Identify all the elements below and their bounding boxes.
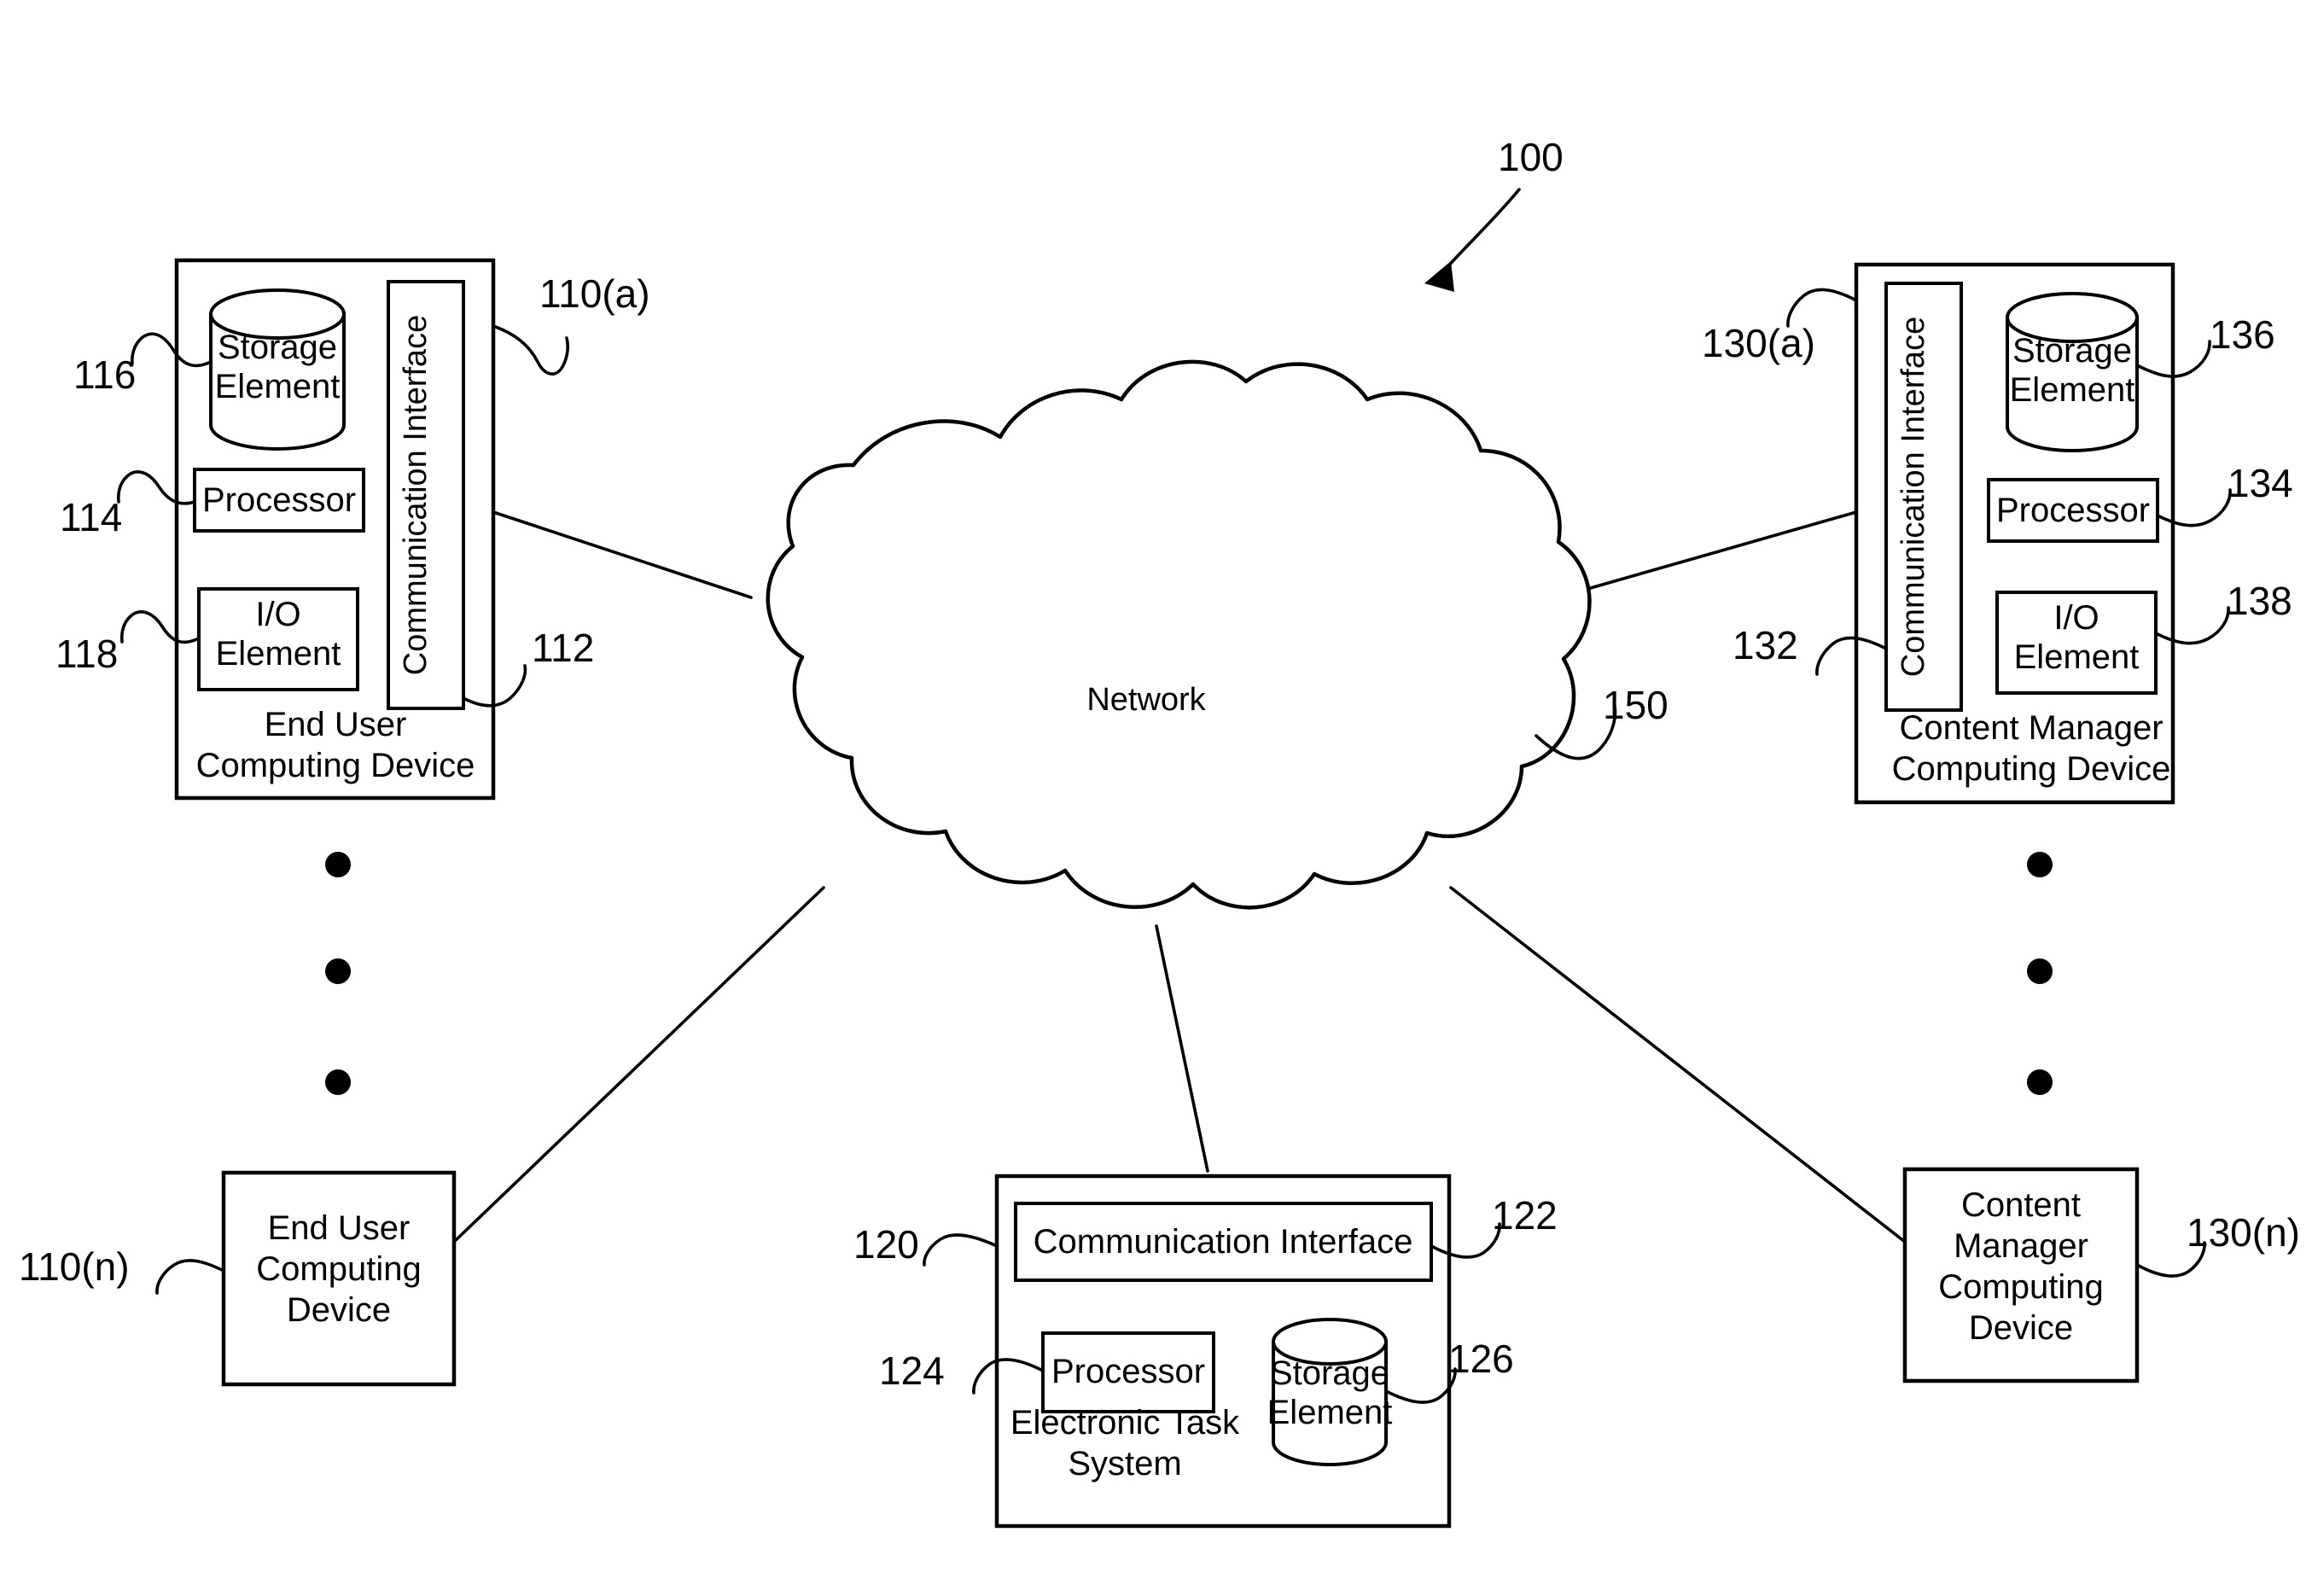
reference-leader-110n [155,1259,225,1295]
end-user-a-io-element[interactable]: I/O Element [197,587,359,691]
end-user-n-caption-line2: Computing [256,1250,421,1288]
content-manager-a-io-label-line2: Element [2014,638,2140,676]
reference-label-110n: 110(n) [19,1244,130,1289]
content-manager-n-caption-line3: Computing [1938,1268,2103,1306]
reference-leader-120 [923,1233,999,1267]
patent-figure-canvas: 100 Network 150 Storage Element Processo… [0,0,2312,1596]
network-cloud-shape [766,359,1592,910]
content-manager-a-io-label-line1: I/O [2053,599,2099,637]
task-system-caption-line1: Electronic Task [1010,1404,1240,1442]
vertical-ellipsis-right [2027,852,2053,1095]
content-manager-a-processor[interactable]: Processor [1987,478,2159,543]
reference-label-112: 112 [532,626,594,670]
ellipsis-dot-left-1 [325,852,351,877]
task-system-comm-interface-label: Communication Interface [1034,1223,1413,1261]
ellipsis-dot-right-3 [2027,1069,2053,1095]
task-system-storage-element[interactable]: Storage Element [1267,1318,1393,1466]
task-system-storage-label-line1: Storage [1270,1354,1389,1392]
content-manager-a-communication-interface[interactable]: Communication Interface [1884,282,1963,712]
content-manager-a-io-element[interactable]: I/O Element [1995,591,2158,695]
end-user-a-caption-line1: End User [265,706,407,743]
electronic-task-system[interactable]: Communication Interface Processor Storag… [994,1174,1452,1529]
system-reference-label: 100 [1498,135,1564,179]
ellipsis-dot-right-2 [2027,958,2053,984]
end-user-a-io-label-line2: Element [216,635,341,673]
content-manager-a-storage-label-line1: Storage [2012,332,2132,370]
network-reference-label: 150 [1603,683,1668,727]
reference-label-126: 126 [1448,1337,1514,1381]
content-manager-n-caption-line1: Content [1961,1186,2081,1224]
content-manager-a-caption-line1: Content Manager [1899,709,2163,747]
content-manager-computing-device-n[interactable]: Content Manager Computing Device [1902,1167,2140,1383]
ellipsis-dot-left-3 [325,1069,351,1095]
content-manager-a-storage-element[interactable]: Storage Element [2006,292,2139,452]
reference-label-132: 132 [1733,623,1798,667]
reference-label-116: 116 [73,352,136,397]
system-reference-arrow-line [1444,188,1521,271]
task-system-caption-line2: System [1068,1445,1181,1482]
task-system-processor[interactable]: Processor [1041,1331,1215,1413]
system-reference-group: 100 [1424,135,1564,292]
task-system-storage-label-line2: Element [1267,1394,1393,1431]
content-manager-computing-device-a[interactable]: Communication Interface Storage Element … [1854,262,2175,805]
network-cloud-group: Network 150 [766,359,1668,910]
reference-label-118: 118 [55,632,118,676]
end-user-n-caption-line1: End User [268,1209,411,1247]
content-manager-n-caption-line2: Manager [1954,1227,2088,1265]
reference-label-134: 134 [2228,461,2293,505]
vertical-ellipsis-left [325,852,351,1095]
end-user-a-io-label-line1: I/O [255,596,300,633]
reference-label-130a: 130(a) [1702,321,1815,365]
end-user-a-storage-label-line1: Storage [218,329,337,366]
ellipsis-dot-right-1 [2027,852,2053,877]
end-user-computing-device-n[interactable]: End User Computing Device [221,1170,457,1387]
content-manager-a-caption-line2: Computing Device [1892,750,2171,788]
reference-label-136: 136 [2210,312,2275,357]
reference-label-130n: 130(n) [2187,1210,2300,1255]
reference-leader-110a [492,324,569,376]
end-user-n-caption-line3: Device [287,1291,391,1329]
end-user-a-processor-label: Processor [202,481,356,519]
ellipsis-dot-left-2 [325,958,351,984]
end-user-n-reference-leader-group: 110(n) [19,1244,225,1295]
content-manager-n-caption-line4: Device [1969,1309,2073,1347]
task-system-communication-interface[interactable]: Communication Interface [1014,1202,1433,1282]
reference-label-114: 114 [60,495,122,539]
reference-label-124: 124 [879,1348,945,1393]
network-label: Network [1086,682,1206,718]
content-manager-a-storage-label-line2: Element [2010,371,2135,409]
end-user-a-storage-element[interactable]: Storage Element [209,288,346,451]
connector-end-user-n-to-network [452,886,825,1244]
connector-end-user-a-to-network [492,510,753,599]
content-manager-a-processor-label: Processor [1996,492,2150,529]
network-system-diagram: 100 Network 150 Storage Element Processo… [19,135,2300,1529]
end-user-computing-device-a[interactable]: Storage Element Processor I/O Element Co… [174,258,496,801]
reference-label-120: 120 [853,1222,919,1267]
connector-task-system-to-network [1155,924,1209,1173]
reference-label-138: 138 [2227,579,2292,623]
content-manager-a-comm-interface-label: Communication Interface [1896,317,1931,677]
end-user-a-storage-label-line2: Element [215,368,341,405]
end-user-a-comm-interface-label: Communication Interface [398,315,434,675]
connector-content-manager-n-to-network [1449,886,1907,1244]
content-manager-n-reference-leader-group: 130(n) [2135,1210,2300,1278]
end-user-a-communication-interface[interactable]: Communication Interface [387,280,465,710]
end-user-a-processor[interactable]: Processor [193,468,365,533]
end-user-a-caption-line2: Computing Device [196,747,475,784]
reference-label-122: 122 [1492,1193,1558,1238]
reference-label-110a: 110(a) [539,271,650,316]
system-reference-arrowhead [1424,261,1454,292]
task-system-processor-label: Processor [1051,1353,1205,1390]
